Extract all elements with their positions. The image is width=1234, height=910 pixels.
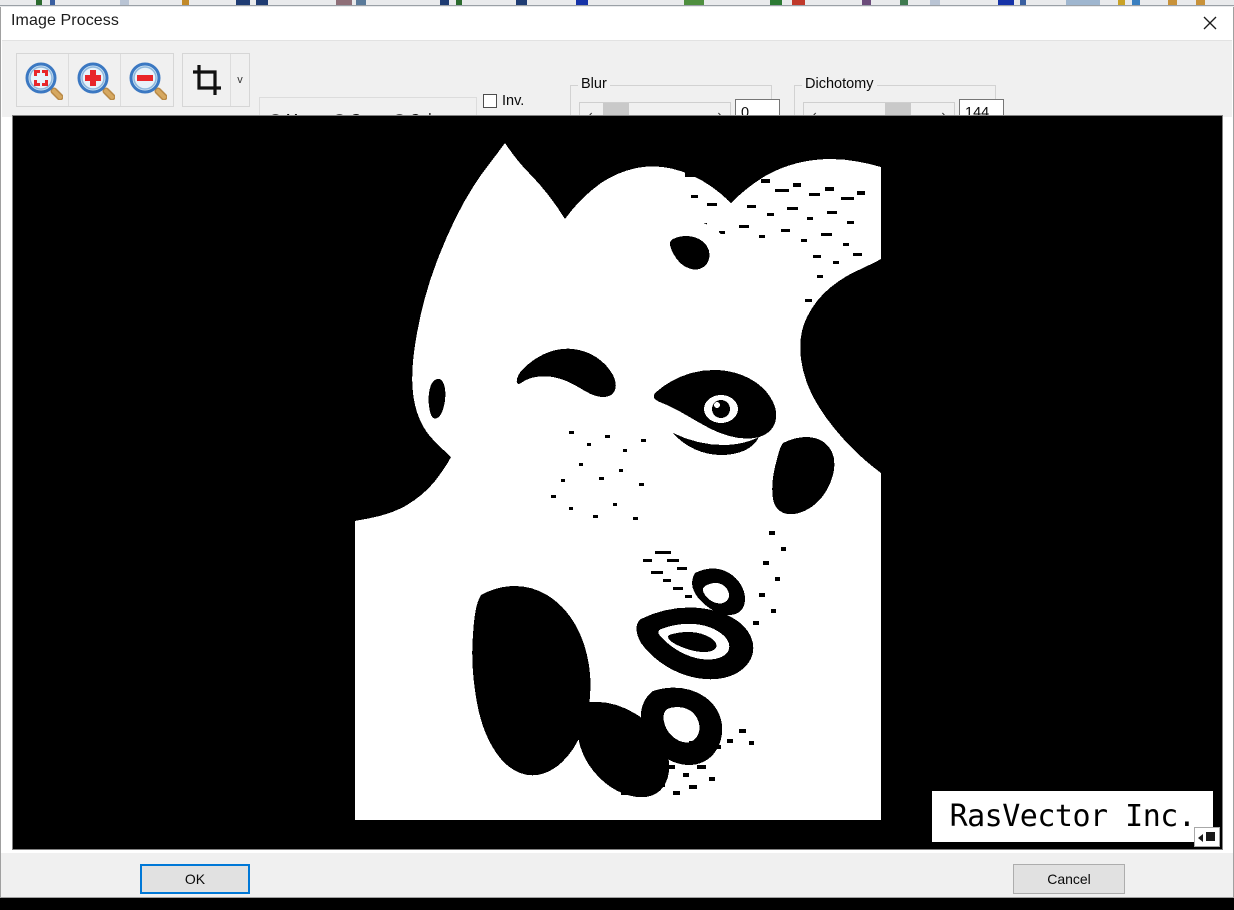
title-bar: Image Process	[1, 7, 1233, 40]
bg-divider	[0, 5, 1234, 6]
processed-image	[355, 143, 881, 820]
chevron-down-icon[interactable]: v	[231, 54, 249, 106]
canvas-corner-marker[interactable]	[1194, 827, 1220, 847]
zoom-fit-icon[interactable]	[17, 54, 69, 106]
toolbar: v Mono Gray Color Inv.	[2, 40, 1232, 117]
checkbox-inv[interactable]: Inv.	[483, 89, 563, 113]
close-icon[interactable]	[1187, 6, 1233, 39]
corner-square-icon	[1206, 832, 1215, 841]
crop-icon[interactable]	[183, 54, 231, 106]
screen-bottom-band	[0, 898, 1234, 910]
crop-tool-group: v	[182, 53, 250, 107]
watermark-text: RasVector Inc.	[950, 799, 1196, 834]
dichotomy-group-title: Dichotomy	[802, 76, 877, 92]
cancel-button[interactable]: Cancel	[1013, 864, 1125, 894]
ok-button[interactable]: OK	[140, 864, 250, 894]
blur-group-title: Blur	[578, 76, 610, 92]
checkbox-mark-icon	[483, 94, 497, 108]
checkbox-inv-label: Inv.	[502, 93, 524, 109]
background-window-strip	[0, 0, 1234, 7]
image-process-dialog: Image Process	[0, 7, 1234, 898]
corner-arrow-icon	[1198, 834, 1203, 842]
dialog-footer: OK Cancel	[1, 853, 1233, 897]
image-preview-canvas[interactable]: RasVector Inc.	[12, 115, 1223, 850]
window-title: Image Process	[11, 12, 119, 30]
zoom-in-icon[interactable]	[69, 54, 121, 106]
zoom-tool-group	[16, 53, 174, 107]
watermark: RasVector Inc.	[932, 791, 1213, 842]
zoom-out-icon[interactable]	[121, 54, 173, 106]
